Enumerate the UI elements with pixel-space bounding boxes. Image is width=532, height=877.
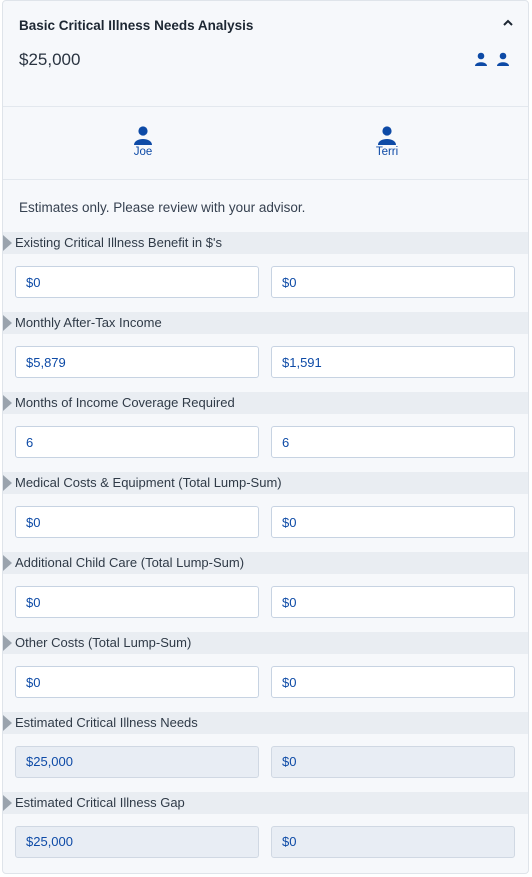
arrow-icon: [3, 555, 12, 571]
person-terri[interactable]: Terri: [357, 126, 417, 158]
row-label-other-costs: Other Costs (Total Lump-Sum): [3, 632, 528, 654]
row-label-monthly-income: Monthly After-Tax Income: [3, 312, 528, 334]
panel-title: Basic Critical Illness Needs Analysis: [19, 18, 254, 33]
row-label-text: Existing Critical Illness Benefit in $'s: [15, 235, 222, 250]
arrow-icon: [3, 315, 12, 331]
child-care-joe-input[interactable]: [15, 586, 259, 618]
row-label-text: Estimated Critical Illness Gap: [15, 795, 185, 810]
row-label-text: Medical Costs & Equipment (Total Lump-Su…: [15, 475, 282, 490]
estimated-gap-joe-value: $25,000: [15, 826, 259, 858]
row-label-text: Months of Income Coverage Required: [15, 395, 235, 410]
monthly-income-joe-input[interactable]: [15, 346, 259, 378]
person-name: Terri: [375, 146, 399, 158]
row-label-medical-costs: Medical Costs & Equipment (Total Lump-Su…: [3, 472, 528, 494]
row-label-existing-benefit: Existing Critical Illness Benefit in $'s: [3, 232, 528, 254]
child-care-terri-input[interactable]: [271, 586, 515, 618]
existing-benefit-joe-input[interactable]: [15, 266, 259, 298]
arrow-icon: [3, 635, 12, 651]
two-persons-icon: [474, 52, 510, 67]
estimated-needs-terri-value: $0: [271, 746, 515, 778]
row-label-text: Estimated Critical Illness Needs: [15, 715, 198, 730]
disclaimer-note: Estimates only. Please review with your …: [19, 200, 306, 215]
months-coverage-joe-input[interactable]: [15, 426, 259, 458]
person-icon: [134, 126, 152, 145]
row-label-text: Additional Child Care (Total Lump-Sum): [15, 555, 245, 570]
person-joe[interactable]: Joe: [113, 126, 173, 158]
needs-analysis-panel: Basic Critical Illness Needs Analysis $2…: [2, 0, 529, 874]
chevron-up-icon[interactable]: [502, 17, 514, 29]
person-selector: Joe Terri: [3, 107, 528, 180]
medical-costs-joe-input[interactable]: [15, 506, 259, 538]
estimated-needs-joe-value: $25,000: [15, 746, 259, 778]
total-amount: $25,000: [19, 50, 81, 69]
row-label-estimated-needs: Estimated Critical Illness Needs: [3, 712, 528, 734]
other-costs-terri-input[interactable]: [271, 666, 515, 698]
medical-costs-terri-input[interactable]: [271, 506, 515, 538]
row-label-months-coverage: Months of Income Coverage Required: [3, 392, 528, 414]
arrow-icon: [3, 235, 12, 251]
person-name: Joe: [133, 146, 153, 158]
row-label-estimated-gap: Estimated Critical Illness Gap: [3, 792, 528, 814]
arrow-icon: [3, 395, 12, 411]
other-costs-joe-input[interactable]: [15, 666, 259, 698]
months-coverage-terri-input[interactable]: [271, 426, 515, 458]
row-label-child-care: Additional Child Care (Total Lump-Sum): [3, 552, 528, 574]
person-icon: [378, 126, 396, 145]
row-label-text: Other Costs (Total Lump-Sum): [15, 635, 192, 650]
row-label-text: Monthly After-Tax Income: [15, 315, 162, 330]
monthly-income-terri-input[interactable]: [271, 346, 515, 378]
arrow-icon: [3, 475, 12, 491]
arrow-icon: [3, 715, 12, 731]
arrow-icon: [3, 795, 12, 811]
existing-benefit-terri-input[interactable]: [271, 266, 515, 298]
estimated-gap-terri-value: $0: [271, 826, 515, 858]
panel-header[interactable]: Basic Critical Illness Needs Analysis $2…: [3, 1, 528, 107]
